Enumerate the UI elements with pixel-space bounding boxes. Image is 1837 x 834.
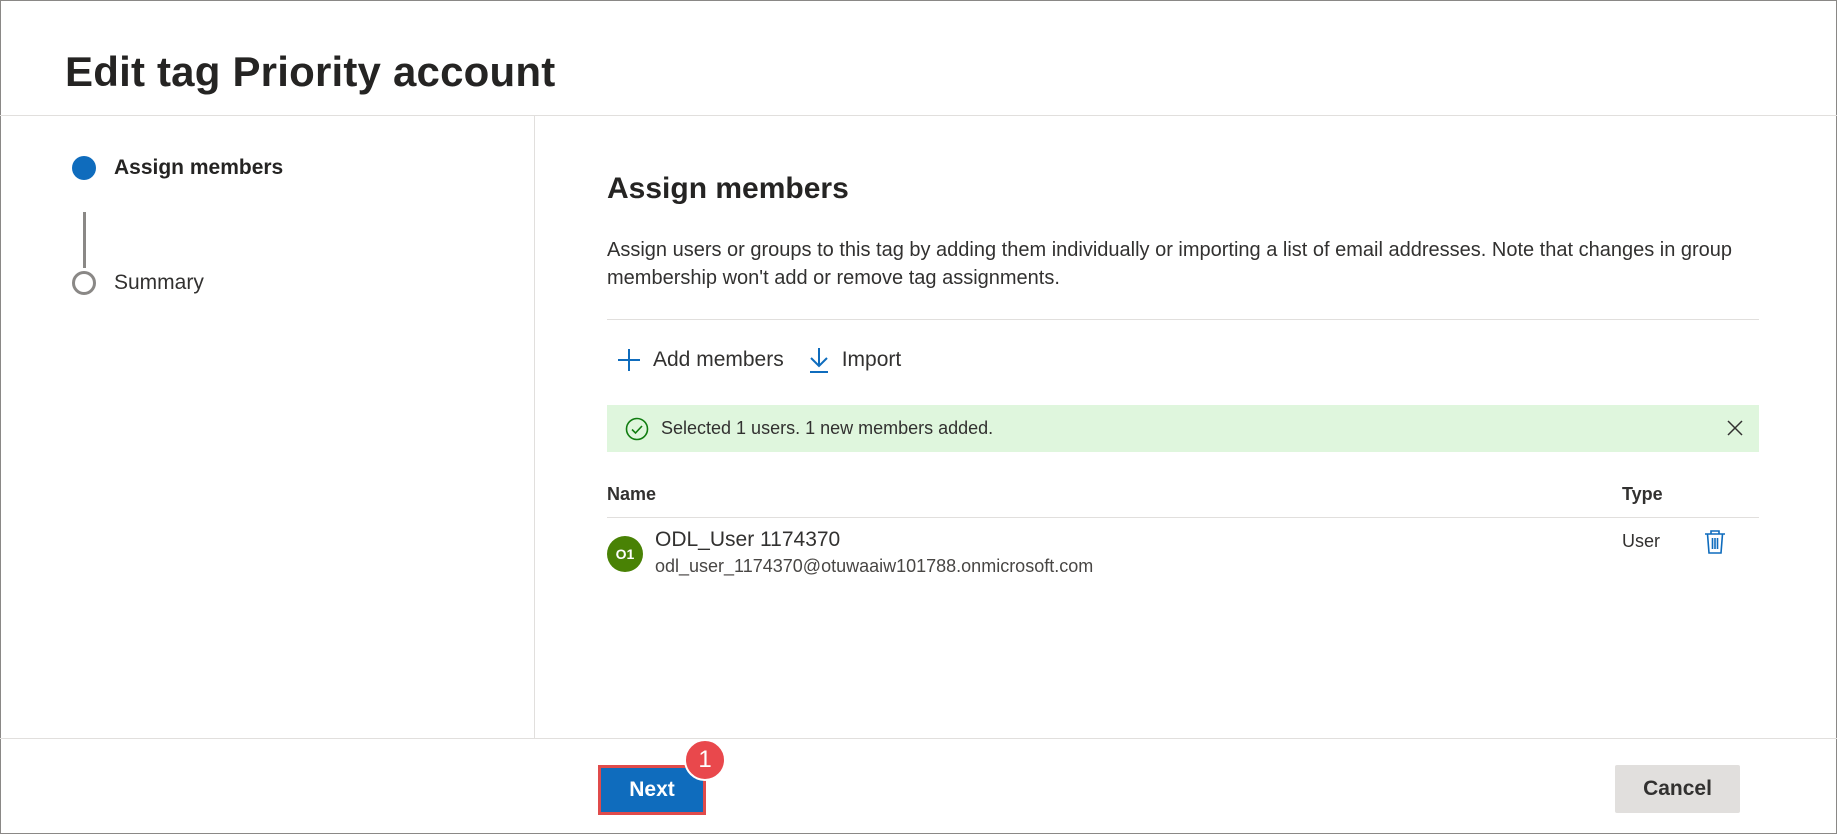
dialog-footer: Next 1 Cancel <box>0 738 1837 834</box>
column-header-name[interactable]: Name <box>607 484 656 505</box>
step-connector <box>83 212 86 268</box>
step-callout-badge: 1 <box>684 739 726 781</box>
add-members-button[interactable]: Add members <box>617 348 784 372</box>
plus-icon <box>618 349 640 371</box>
dialog-header: Edit tag Priority account <box>0 0 1837 116</box>
column-header-type[interactable]: Type <box>1622 484 1663 505</box>
command-bar: Add members Import <box>617 340 925 380</box>
member-email: odl_user_1174370@otuwaaiw101788.onmicros… <box>655 556 1094 576</box>
delete-member-button[interactable] <box>1704 529 1726 560</box>
section-title: Assign members <box>607 172 849 205</box>
section-description: Assign users or groups to this tag by ad… <box>607 239 1733 289</box>
checkmark-circle-icon <box>625 417 649 441</box>
members-table-header: Name Type <box>607 472 1759 518</box>
close-icon <box>1727 420 1743 436</box>
divider <box>607 319 1759 320</box>
step-inactive-indicator-icon <box>72 271 96 295</box>
member-name: ODL_User 1174370 <box>655 528 841 551</box>
avatar: O1 <box>607 536 643 572</box>
dismiss-message-button[interactable] <box>1725 418 1745 443</box>
member-type: User <box>1622 531 1661 551</box>
import-label: Import <box>841 348 902 371</box>
step-assign-members[interactable]: Assign members <box>72 154 283 182</box>
table-row[interactable]: O1 ODL_User 1174370 odl_user_1174370@otu… <box>607 519 1759 589</box>
trash-icon <box>1705 530 1725 554</box>
step-active-indicator-icon <box>72 156 96 180</box>
add-members-label: Add members <box>653 348 784 371</box>
import-button[interactable]: Import <box>808 347 902 373</box>
cancel-button[interactable]: Cancel <box>1615 765 1740 813</box>
success-message-bar: Selected 1 users. 1 new members added. <box>607 405 1759 452</box>
page-title: Edit tag Priority account <box>65 48 556 95</box>
wizard-stepper: Assign members Summary <box>0 116 535 738</box>
download-icon <box>809 348 828 373</box>
step-label: Summary <box>114 271 204 294</box>
step-label: Assign members <box>114 156 284 179</box>
success-message-text: Selected 1 users. 1 new members added. <box>661 418 994 438</box>
step-summary[interactable]: Summary <box>72 269 204 297</box>
